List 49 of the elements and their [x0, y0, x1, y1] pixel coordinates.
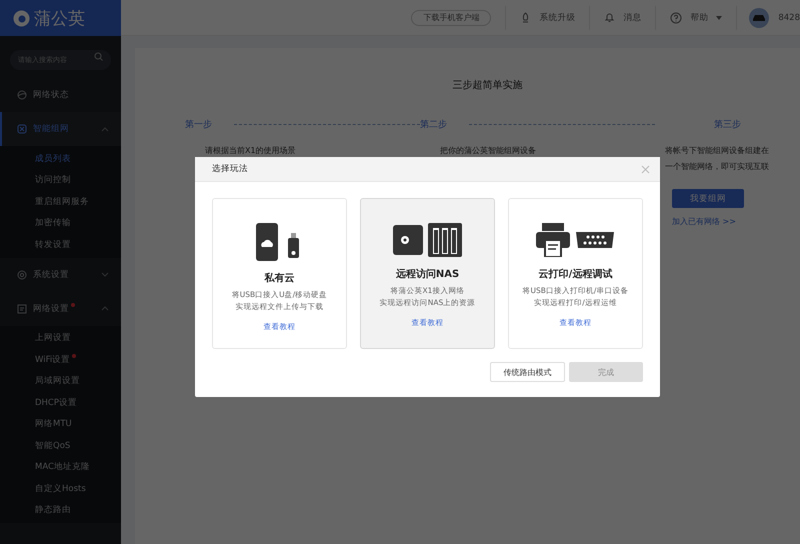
search-icon [94, 52, 103, 61]
download-app-button[interactable]: 下载手机客户端 [411, 10, 492, 26]
step-description: 一个智能网络，即可实现互联 [665, 161, 770, 173]
chevron-icon [101, 272, 109, 277]
sidebar-item[interactable]: 成员列表 [0, 148, 121, 170]
sidebar-item[interactable]: 上网设置 [0, 328, 121, 349]
sidebar-item[interactable]: 转发设置 [0, 234, 121, 256]
sidebar-item[interactable]: 网络MTU [0, 414, 121, 435]
settings-icon [17, 270, 27, 280]
chevron-icon [101, 306, 109, 311]
panel-icon [17, 304, 27, 314]
step-description: 把你的蒲公英智能组网设备 [440, 145, 537, 157]
join-network-link[interactable]: 加入已有网络 >> [672, 216, 800, 227]
topbar-button[interactable]: 消息 [589, 6, 656, 30]
step-label: 第三步 [714, 118, 741, 131]
page-title: 三步超简单实施 [452, 78, 522, 92]
brand-name: 蒲公英 [34, 8, 85, 30]
sidebar-item[interactable]: DHCP设置 [0, 392, 121, 414]
step-label: 第一步 [185, 118, 212, 131]
router-mode-button[interactable]: 传统路由模式 [490, 362, 565, 382]
step-label: 第二步 [420, 118, 447, 131]
create-network-button[interactable]: 我要组网 [672, 189, 744, 208]
step-description: 请根据当前X1的使用场景 [205, 145, 297, 157]
globe-icon [17, 90, 27, 100]
help-icon [670, 12, 682, 24]
sidebar-item[interactable]: 自定义Hosts [0, 478, 121, 500]
close-button[interactable] [641, 164, 650, 174]
card-title: 云打印/远程调试 [538, 268, 612, 281]
chevron-icon [101, 126, 109, 132]
sidebar-item[interactable]: 局域网设置 [0, 370, 121, 392]
sidebar-item[interactable]: 静态路由 [0, 500, 121, 521]
topbar-button[interactable]: 帮助 [655, 6, 736, 30]
sidebar-item[interactable]: WiFi设置 [0, 349, 121, 370]
sidebar-item[interactable]: 访问控制 [0, 170, 121, 191]
card-title: 远程访问NAS [396, 267, 460, 281]
sidebar-item[interactable]: 加密传输 [0, 212, 121, 234]
user-name: 8428 [778, 12, 800, 22]
nas-drawing [392, 223, 462, 257]
dialog-title: 选择玩法 [212, 163, 248, 175]
card-title: 私有云 [264, 272, 294, 285]
sidebar-item[interactable]: MAC地址克隆 [0, 456, 121, 478]
logo-icon [13, 10, 30, 26]
step-description: 将帐号下智能组网设备组建在 [665, 145, 770, 157]
sidebar-item[interactable]: 智能QoS [0, 435, 121, 456]
caret-icon [716, 16, 722, 20]
router-icon [753, 14, 766, 20]
bell-icon [604, 12, 616, 23]
topbar-button[interactable]: 系统升级 [505, 6, 590, 30]
sidebar-item[interactable]: 重启组网服务 [0, 191, 121, 212]
